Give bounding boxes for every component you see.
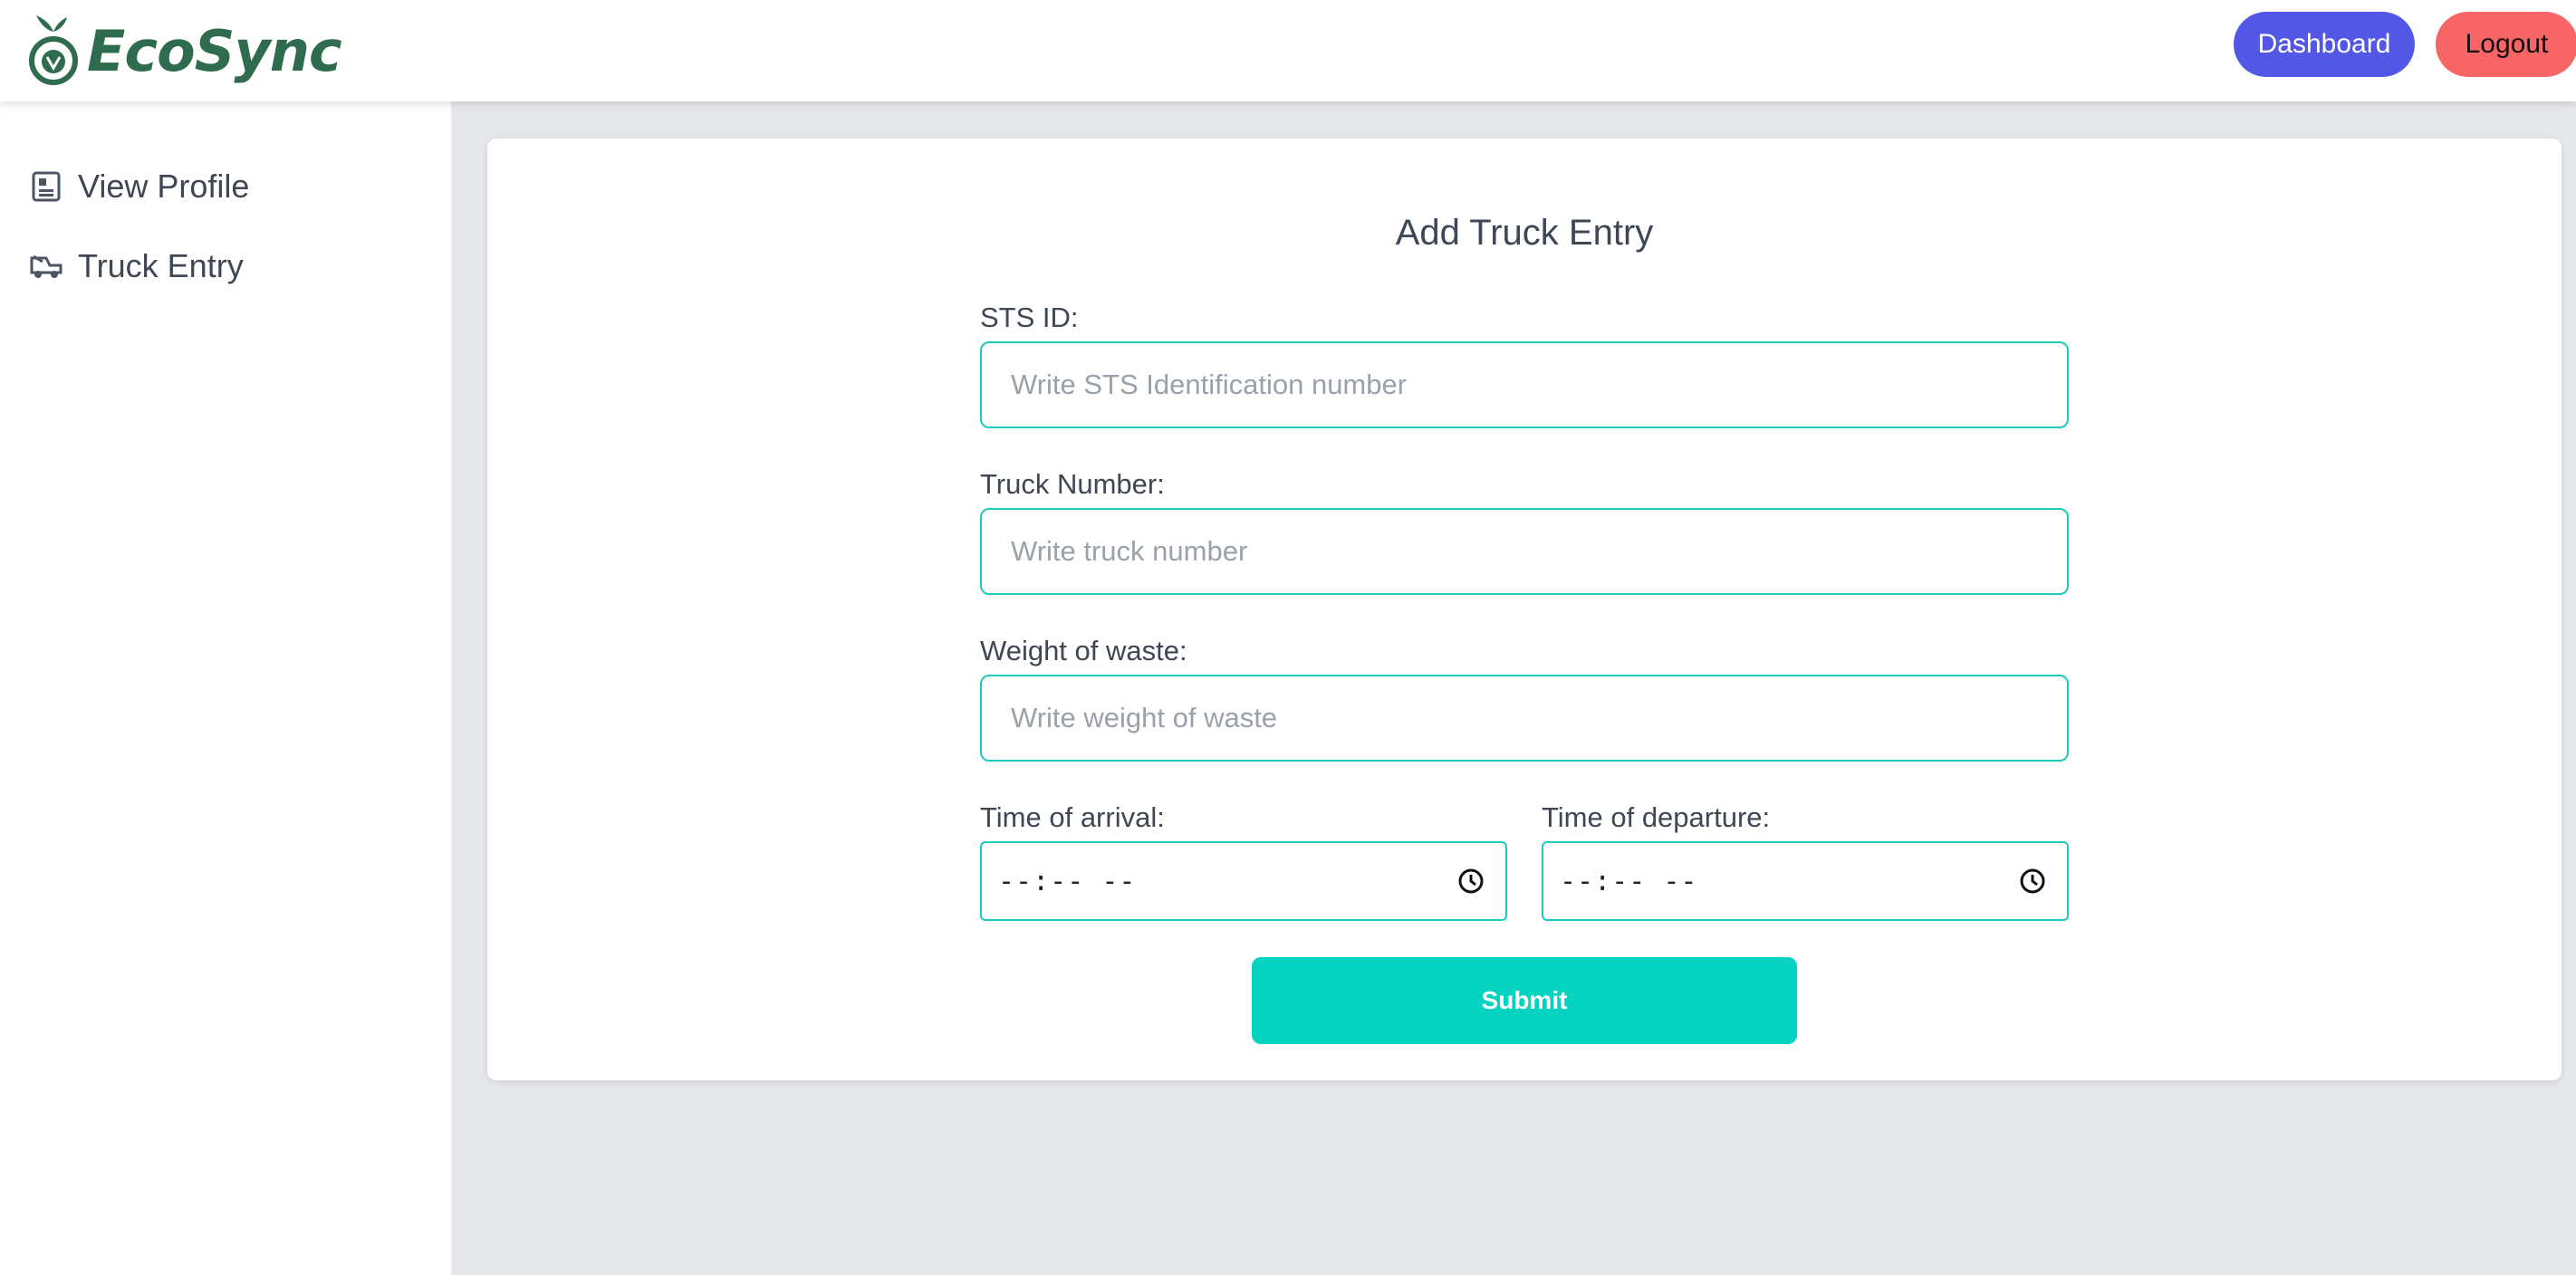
arrival-time-value: --:-- -- <box>998 865 1137 897</box>
truck-entry-form-card: Add Truck Entry STS ID: Truck Number: We… <box>487 139 2562 1080</box>
weight-label: Weight of waste: <box>980 635 1187 666</box>
departure-time-label: Time of departure: <box>1542 801 1771 833</box>
leaf-apple-logo-icon <box>29 15 78 85</box>
clock-icon[interactable] <box>2018 867 2047 896</box>
dashboard-button[interactable]: Dashboard <box>2234 12 2415 77</box>
sts-id-input[interactable] <box>980 341 2069 428</box>
arrival-time-label: Time of arrival: <box>980 801 1165 833</box>
sidebar-item-view-profile[interactable]: View Profile <box>29 161 249 212</box>
top-navbar: EcoSync Dashboard Logout <box>0 0 2576 101</box>
brand-logo[interactable]: EcoSync <box>27 5 342 96</box>
departure-time-value: --:-- -- <box>1560 865 1698 897</box>
sts-id-label: STS ID: <box>980 302 1079 333</box>
truck-number-input[interactable] <box>980 508 2069 595</box>
truck-number-label: Truck Number: <box>980 468 1165 500</box>
submit-button[interactable]: Submit <box>1252 957 1797 1044</box>
arrival-time-input[interactable]: --:-- -- <box>980 841 1507 921</box>
sidebar-item-label: Truck Entry <box>78 247 244 284</box>
sidebar-item-label: View Profile <box>78 168 250 205</box>
clock-icon[interactable] <box>1456 867 1485 896</box>
sidebar: View Profile Truck Entry <box>0 101 451 1275</box>
truck-icon <box>29 248 63 284</box>
form-title: Add Truck Entry <box>1395 213 1654 253</box>
profile-card-icon <box>29 168 63 205</box>
brand-name: EcoSync <box>87 17 342 84</box>
weight-input[interactable] <box>980 675 2069 762</box>
sidebar-item-truck-entry[interactable]: Truck Entry <box>29 241 244 292</box>
departure-time-input[interactable]: --:-- -- <box>1542 841 2069 921</box>
logout-button[interactable]: Logout <box>2436 12 2576 77</box>
